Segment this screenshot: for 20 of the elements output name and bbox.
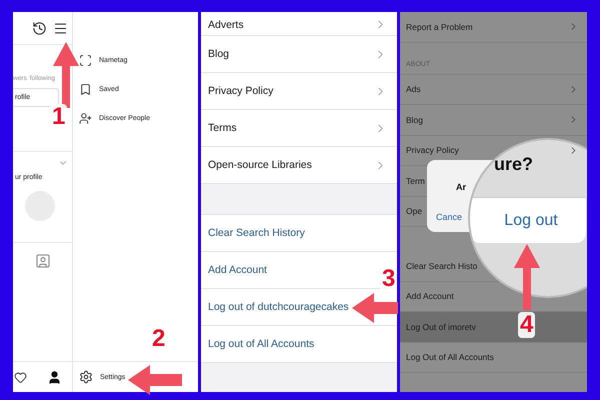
log-out-button[interactable]: Log out [470, 197, 586, 243]
settings-action[interactable]: Log out of All Accounts [208, 338, 314, 350]
settings-row-label: Adverts [208, 19, 244, 31]
dialog-message: Ar [456, 182, 466, 192]
cancel-button[interactable]: Cance [436, 212, 462, 222]
settings-row-label: Report a Problem [406, 22, 473, 32]
settings-row[interactable]: Ads [400, 74, 587, 105]
settings-row-label: Privacy Policy [406, 145, 459, 156]
settings-action[interactable]: Add Account [208, 264, 267, 276]
settings-action[interactable]: Clear Search History [208, 227, 305, 239]
settings-row[interactable]: Log Out of All Accounts [400, 342, 587, 373]
step-number: 4 [518, 312, 536, 338]
settings-row-label: Blog [208, 48, 230, 60]
settings-row-label: Privacy Policy [208, 85, 274, 97]
settings-row-label: Open-source Libraries [208, 159, 312, 171]
step-number: 3 [380, 266, 398, 292]
settings-row-label: Blog [406, 114, 424, 125]
settings-row-label: Ads [406, 84, 421, 94]
settings-action[interactable]: Log out of dutchcouragecakes [208, 301, 349, 313]
settings-row-label: Terms [208, 122, 237, 134]
